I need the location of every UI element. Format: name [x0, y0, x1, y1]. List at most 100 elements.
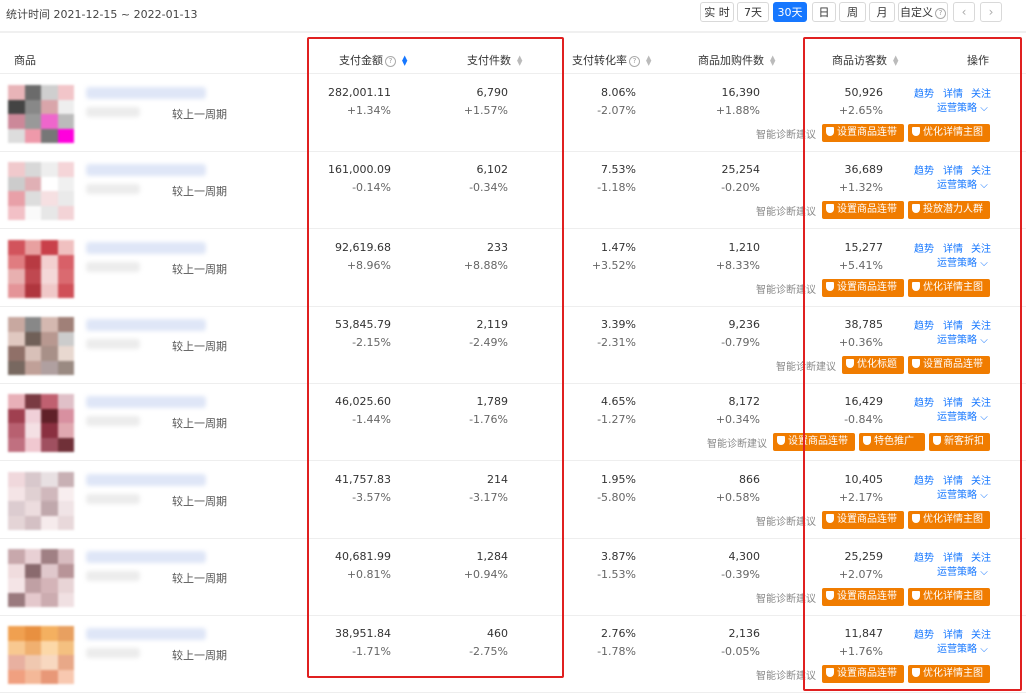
detail-link[interactable]: 详情	[943, 626, 963, 641]
shield-icon	[826, 282, 834, 291]
product-thumbnail[interactable]	[8, 472, 74, 530]
cell-conversion: 1.47%	[601, 241, 636, 254]
range-button[interactable]: 7天	[737, 2, 769, 22]
compare-label: 较上一周期	[172, 649, 227, 662]
follow-link[interactable]: 关注	[971, 394, 991, 409]
product-thumbnail[interactable]	[8, 394, 74, 452]
trend-link[interactable]: 趋势	[914, 549, 934, 564]
cell-pay-amount-change: +0.81%	[346, 568, 391, 581]
follow-link[interactable]: 关注	[971, 472, 991, 487]
help-icon[interactable]: ?	[935, 8, 946, 19]
range-button[interactable]: 日	[812, 2, 836, 22]
strategy-dropdown[interactable]: 运营策略 ⌵	[937, 408, 988, 423]
help-icon[interactable]: ?	[629, 56, 640, 67]
table-row: 较上一周期 38,951.84 -1.71% 460 -2.75% 2.76% -1.78%…	[0, 616, 1026, 693]
detail-link[interactable]: 详情	[943, 85, 963, 100]
cell-pay-amount: 38,951.84	[335, 627, 391, 640]
header-add-cart[interactable]: 商品加购件数 ▲ ▼	[698, 52, 775, 68]
strategy-dropdown[interactable]: 运营策略 ⌵	[937, 640, 988, 655]
detail-link[interactable]: 详情	[943, 162, 963, 177]
suggestion-button[interactable]: 设置商品连带	[908, 356, 990, 374]
follow-link[interactable]: 关注	[971, 549, 991, 564]
suggestion-button[interactable]: 投放潜力人群	[908, 201, 990, 219]
cell-pay-count-change: -0.34%	[469, 181, 508, 194]
shield-icon	[777, 436, 785, 445]
suggestion-button[interactable]: 优化详情主图	[908, 588, 990, 606]
strategy-dropdown[interactable]: 运营策略 ⌵	[937, 486, 988, 501]
suggestion-button[interactable]: 设置商品连带	[822, 124, 904, 142]
header-pay-amount[interactable]: 支付金额? ▲ ▼	[339, 52, 407, 68]
product-thumbnail[interactable]	[8, 549, 74, 607]
follow-link[interactable]: 关注	[971, 162, 991, 177]
suggestion-button[interactable]: 特色推广	[859, 433, 925, 451]
range-button[interactable]: 30天	[773, 2, 807, 22]
strategy-dropdown[interactable]: 运营策略 ⌵	[937, 254, 988, 269]
cell-pay-count-change: +8.88%	[463, 259, 508, 272]
strategy-dropdown[interactable]: 运营策略 ⌵	[937, 99, 988, 114]
chevron-down-icon: ⌵	[980, 490, 988, 501]
cell-add-cart: 9,236	[728, 318, 761, 331]
suggestion-button[interactable]: 设置商品连带	[822, 511, 904, 529]
suggestion-button[interactable]: 优化详情主图	[908, 279, 990, 297]
range-button[interactable]: 月	[869, 2, 895, 22]
cell-visitors: 38,785	[844, 318, 884, 331]
trend-link[interactable]: 趋势	[914, 394, 934, 409]
header-pay-count[interactable]: 支付件数 ▲ ▼	[467, 52, 522, 68]
header-conversion[interactable]: 支付转化率? ▲ ▼	[572, 52, 651, 68]
follow-link[interactable]: 关注	[971, 240, 991, 255]
product-thumbnail[interactable]	[8, 240, 74, 298]
chevron-left-icon[interactable]: ‹	[953, 2, 975, 22]
cell-add-cart: 8,172	[728, 395, 761, 408]
suggestion-button[interactable]: 新客折扣	[929, 433, 990, 451]
trend-link[interactable]: 趋势	[914, 626, 934, 641]
trend-link[interactable]: 趋势	[914, 472, 934, 487]
strategy-dropdown[interactable]: 运营策略 ⌵	[937, 176, 988, 191]
suggestion-button[interactable]: 优化详情主图	[908, 511, 990, 529]
trend-link[interactable]: 趋势	[914, 85, 934, 100]
suggestion-button[interactable]: 优化标题	[842, 356, 904, 374]
header-visitors[interactable]: 商品访客数 ▲ ▼	[832, 52, 898, 68]
product-thumbnail[interactable]	[8, 317, 74, 375]
product-subtitle-blurred	[86, 262, 140, 272]
shield-icon	[863, 436, 871, 445]
range-button[interactable]: 自定义?	[898, 2, 948, 22]
range-button[interactable]: 周	[839, 2, 866, 22]
suggestion-button[interactable]: 设置商品连带	[822, 588, 904, 606]
follow-link[interactable]: 关注	[971, 317, 991, 332]
strategy-dropdown[interactable]: 运营策略 ⌵	[937, 331, 988, 346]
detail-link[interactable]: 详情	[943, 394, 963, 409]
detail-link[interactable]: 详情	[943, 472, 963, 487]
strategy-dropdown[interactable]: 运营策略 ⌵	[937, 563, 988, 578]
follow-link[interactable]: 关注	[971, 626, 991, 641]
suggestion-button[interactable]: 设置商品连带	[822, 279, 904, 297]
sort-icon[interactable]: ▲ ▼	[402, 55, 407, 67]
suggestion-button[interactable]: 优化详情主图	[908, 124, 990, 142]
sort-icon[interactable]: ▲ ▼	[770, 55, 775, 67]
cell-pay-amount: 92,619.68	[335, 241, 391, 254]
cell-pay-amount: 53,845.79	[335, 318, 391, 331]
product-title-blurred	[86, 164, 206, 176]
divider	[0, 228, 1026, 229]
range-button[interactable]: 实 时	[700, 2, 734, 22]
help-icon[interactable]: ?	[385, 56, 396, 67]
product-thumbnail[interactable]	[8, 162, 74, 220]
follow-link[interactable]: 关注	[971, 85, 991, 100]
cell-visitors-change: +2.17%	[838, 491, 883, 504]
suggestion-button[interactable]: 设置商品连带	[822, 665, 904, 683]
trend-link[interactable]: 趋势	[914, 162, 934, 177]
sort-icon[interactable]: ▲ ▼	[646, 55, 651, 67]
sort-icon[interactable]: ▲ ▼	[893, 55, 898, 67]
detail-link[interactable]: 详情	[943, 240, 963, 255]
product-thumbnail[interactable]	[8, 85, 74, 143]
chevron-right-icon[interactable]: ›	[980, 2, 1002, 22]
detail-link[interactable]: 详情	[943, 317, 963, 332]
suggestion-button[interactable]: 优化详情主图	[908, 665, 990, 683]
trend-link[interactable]: 趋势	[914, 240, 934, 255]
trend-link[interactable]: 趋势	[914, 317, 934, 332]
suggestion-button[interactable]: 设置商品连带	[822, 201, 904, 219]
product-thumbnail[interactable]	[8, 626, 74, 684]
cell-pay-amount: 282,001.11	[328, 86, 391, 99]
sort-icon[interactable]: ▲ ▼	[517, 55, 522, 67]
suggestion-button[interactable]: 设置商品连带	[773, 433, 855, 451]
detail-link[interactable]: 详情	[943, 549, 963, 564]
